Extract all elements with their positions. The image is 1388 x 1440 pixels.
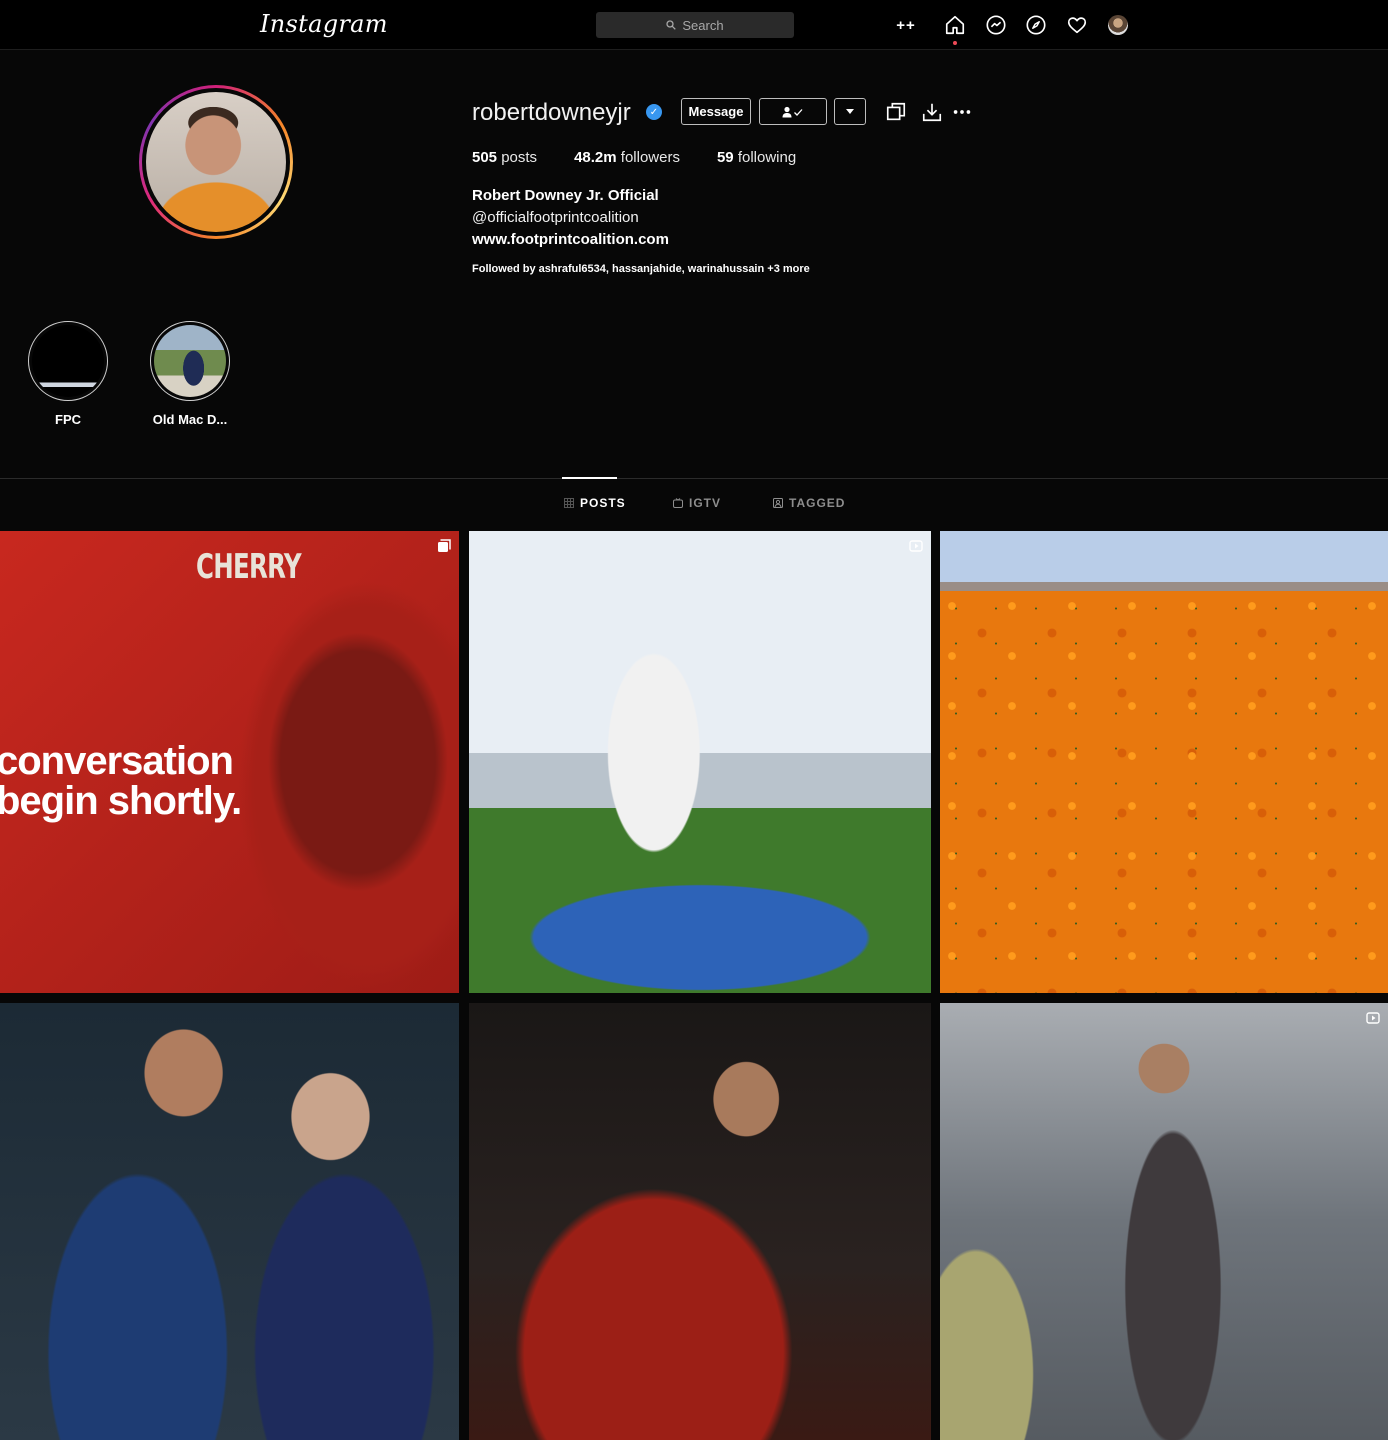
heart-icon[interactable] xyxy=(1065,13,1089,37)
following-link[interactable]: 59 following xyxy=(717,149,796,166)
caption-line: conversation xyxy=(0,739,234,783)
search-placeholder: Search xyxy=(682,17,724,33)
caption-line: begin shortly. xyxy=(0,779,242,823)
profile-full-name: Robert Downey Jr. Official xyxy=(472,187,659,204)
message-button[interactable]: Message xyxy=(681,98,751,125)
tagged-icon xyxy=(773,498,783,508)
home-notification-dot xyxy=(953,41,957,45)
profile-avatar[interactable] xyxy=(139,85,293,239)
highlight-cover xyxy=(32,325,104,397)
highlight-cover xyxy=(154,325,226,397)
followed-by-text[interactable]: Followed by ashraful6534, hassanjahide, … xyxy=(472,263,810,275)
tab-label: POSTS xyxy=(580,496,626,510)
active-tab-indicator xyxy=(562,477,617,479)
post-title-text: CHERRY xyxy=(196,547,302,587)
avatar-photo xyxy=(146,92,286,232)
search-input[interactable]: Search xyxy=(596,12,794,38)
highlight-ring xyxy=(150,321,230,401)
posts-count: 505 posts xyxy=(472,149,538,166)
copy-icon[interactable] xyxy=(883,99,909,125)
top-navigation-bar: Instagram Search ++ xyxy=(0,0,1388,50)
website-link[interactable]: www.footprintcoalition.com xyxy=(472,231,669,248)
video-icon xyxy=(909,540,923,552)
tab-label: IGTV xyxy=(689,496,722,510)
messenger-icon[interactable] xyxy=(984,13,1008,37)
highlight-old-mac[interactable]: Old Mac D... xyxy=(150,321,230,427)
follow-check-icon xyxy=(782,106,803,117)
home-icon[interactable] xyxy=(943,13,967,37)
tab-label: TAGGED xyxy=(789,496,846,510)
highlight-label: FPC xyxy=(55,412,81,427)
post-tile-poppies[interactable] xyxy=(940,531,1388,993)
followers-link[interactable]: 48.2m followers xyxy=(574,149,680,166)
suggested-dropdown-button[interactable] xyxy=(834,98,866,125)
igtv-icon xyxy=(673,498,683,508)
more-icon[interactable] xyxy=(949,99,975,125)
post-tile-celebration[interactable] xyxy=(469,531,931,993)
post-tile-stan-lee[interactable] xyxy=(0,1003,459,1440)
profile-avatar-icon[interactable] xyxy=(1108,15,1128,35)
bio-mention-link[interactable]: @officialfootprintcoalition xyxy=(472,209,639,226)
highlight-label: Old Mac D... xyxy=(152,412,228,427)
avatar-inner xyxy=(142,88,290,236)
post-caption-text: conversation begin shortly. xyxy=(0,739,242,823)
verified-badge-icon: ✓ xyxy=(646,104,662,120)
tab-tagged[interactable]: TAGGED xyxy=(773,496,845,510)
video-icon xyxy=(1366,1012,1380,1024)
instagram-logo[interactable]: Instagram xyxy=(260,10,388,38)
post-tile-flute[interactable] xyxy=(469,1003,931,1440)
search-icon xyxy=(666,20,677,30)
download-icon[interactable] xyxy=(919,99,945,125)
profile-stats: 505 posts 48.2m followers 59 following xyxy=(472,149,796,166)
explore-icon[interactable] xyxy=(1024,13,1048,37)
post-tile-barn[interactable] xyxy=(940,1003,1388,1440)
profile-username: robertdowneyjr xyxy=(472,99,631,126)
highlight-fpc[interactable]: FPC xyxy=(28,321,108,427)
chevron-down-icon xyxy=(846,108,854,114)
plusplus-button[interactable]: ++ xyxy=(894,13,918,37)
post-tile-cherry[interactable]: CHERRY conversation begin shortly. xyxy=(0,531,459,993)
tab-igtv[interactable]: IGTV xyxy=(673,496,721,510)
grid-icon xyxy=(564,498,574,508)
following-button[interactable] xyxy=(759,98,827,125)
tabs-divider xyxy=(0,478,1388,479)
carousel-icon xyxy=(438,539,451,552)
highlight-ring xyxy=(28,321,108,401)
tab-posts[interactable]: POSTS xyxy=(564,496,626,510)
